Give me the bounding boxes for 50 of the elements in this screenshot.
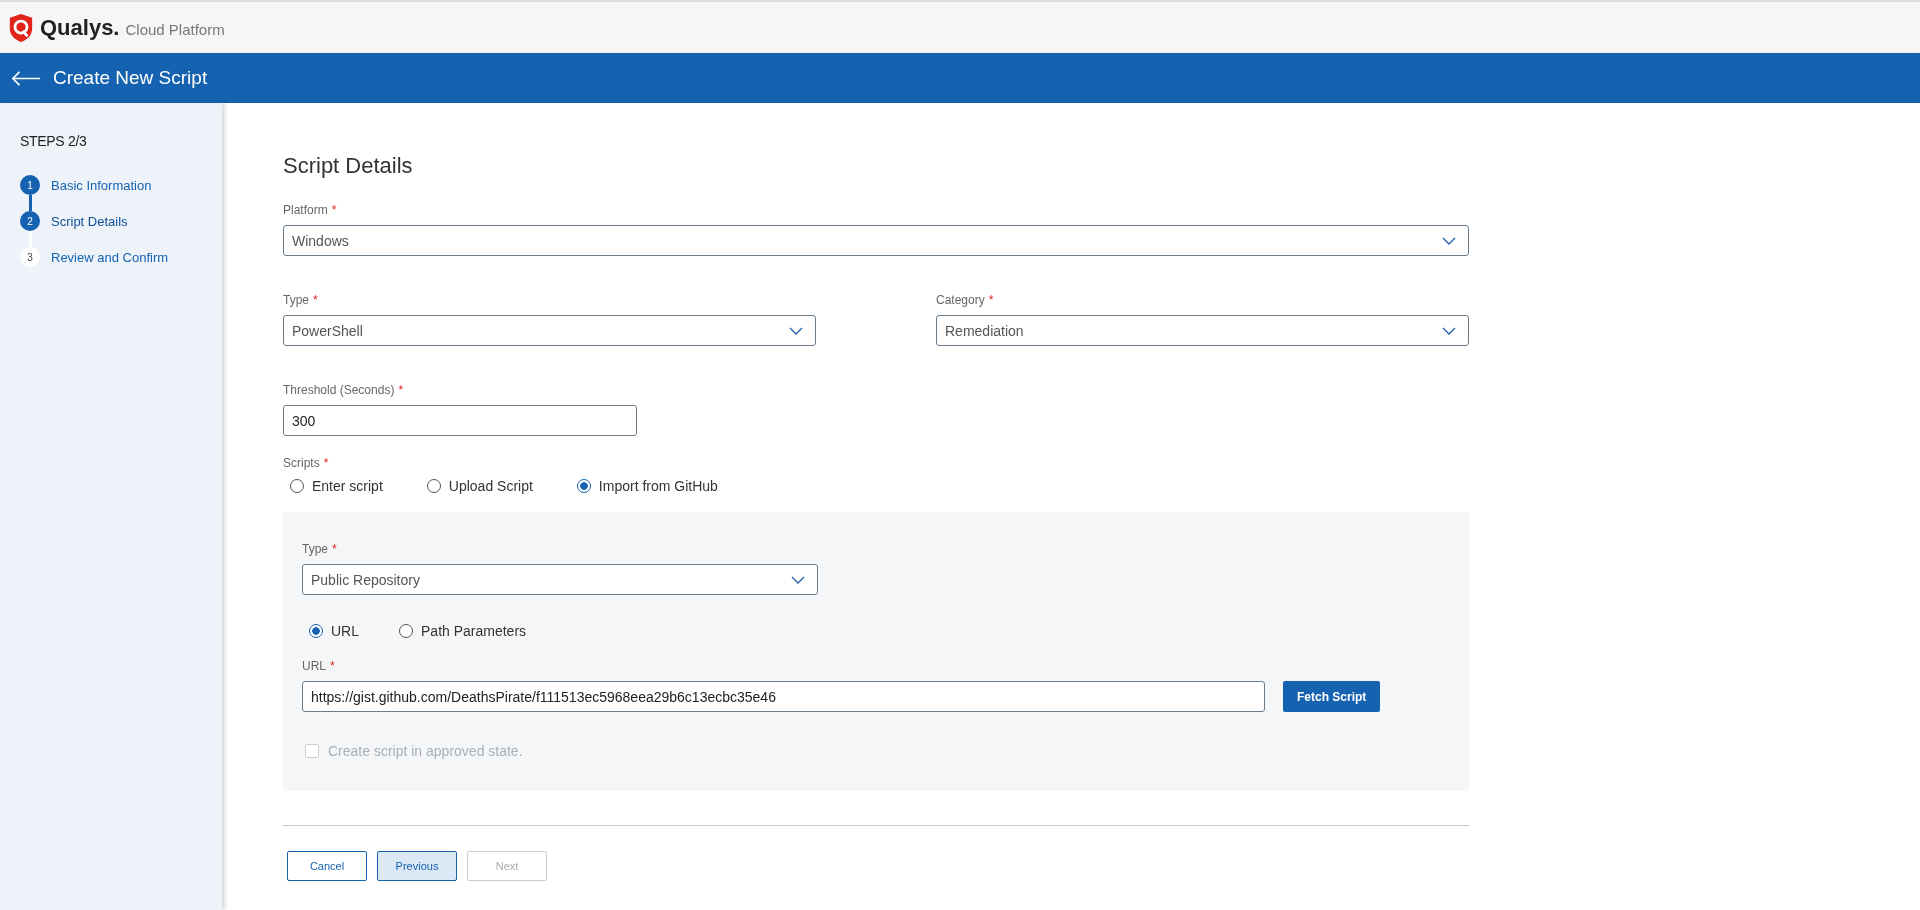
chevron-down-icon xyxy=(791,575,805,584)
fetch-script-button[interactable]: Fetch Script xyxy=(1283,681,1381,712)
threshold-input[interactable]: 300 xyxy=(283,405,637,436)
radio-label[interactable]: URL xyxy=(331,623,359,639)
chevron-down-icon xyxy=(1442,326,1456,335)
repository-type-dropdown[interactable]: Public Repository xyxy=(302,564,818,595)
radio-label[interactable]: Upload Script xyxy=(448,478,533,494)
required-mark: * xyxy=(398,383,404,397)
step-link[interactable]: Basic Information xyxy=(51,177,152,193)
field-label: Type xyxy=(283,293,309,307)
step-link[interactable]: Review and Confirm xyxy=(51,249,169,265)
step-link[interactable]: Script Details xyxy=(51,213,128,229)
field-label: URL xyxy=(302,659,326,673)
field-label: Type xyxy=(302,542,328,556)
required-mark: * xyxy=(988,293,994,307)
radio-button[interactable] xyxy=(426,479,441,493)
radio-button[interactable] xyxy=(399,624,413,638)
required-mark: * xyxy=(331,203,337,217)
section-title: Script Details xyxy=(283,153,414,179)
back-arrow-icon[interactable] xyxy=(11,70,41,86)
radio-label[interactable]: Path Parameters xyxy=(421,623,527,639)
step-number: 3 xyxy=(20,247,40,267)
type-dropdown[interactable]: PowerShell xyxy=(283,315,816,346)
required-mark: * xyxy=(330,659,335,673)
radio-label[interactable]: Import from GitHub xyxy=(598,478,718,494)
required-mark: * xyxy=(332,542,337,556)
step-number: 1 xyxy=(20,175,40,195)
field-label: Threshold (Seconds) xyxy=(283,383,395,397)
wizard-button[interactable]: Cancel xyxy=(287,851,367,881)
chevron-down-icon xyxy=(789,326,803,335)
radio-button[interactable] xyxy=(576,479,591,493)
platform-dropdown[interactable]: Windows xyxy=(283,225,1469,256)
category-dropdown[interactable]: Remediation xyxy=(936,315,1469,346)
required-mark: * xyxy=(323,456,329,470)
radio-label[interactable]: Enter script xyxy=(312,478,383,494)
product-name: Cloud Platform xyxy=(125,21,225,38)
wizard-button[interactable]: Previous xyxy=(377,851,457,881)
url-input[interactable]: https://gist.github.com/DeathsPirate/f111513ec5968eea29b6c13ecbc35e46 xyxy=(302,681,1265,712)
steps-title: STEPS 2/3 xyxy=(20,133,88,149)
field-label: Platform xyxy=(283,203,328,217)
field-label: Category xyxy=(936,293,985,307)
qualys-logo-icon xyxy=(8,12,34,43)
step-number: 2 xyxy=(20,211,40,231)
radio-button[interactable] xyxy=(309,624,323,638)
page-title: Create New Script xyxy=(53,67,208,89)
chevron-down-icon xyxy=(1442,236,1456,245)
field-label: Scripts xyxy=(283,456,320,470)
brand-name: Qualys. xyxy=(40,14,120,41)
required-mark: * xyxy=(313,293,318,307)
radio-button[interactable] xyxy=(290,479,304,493)
